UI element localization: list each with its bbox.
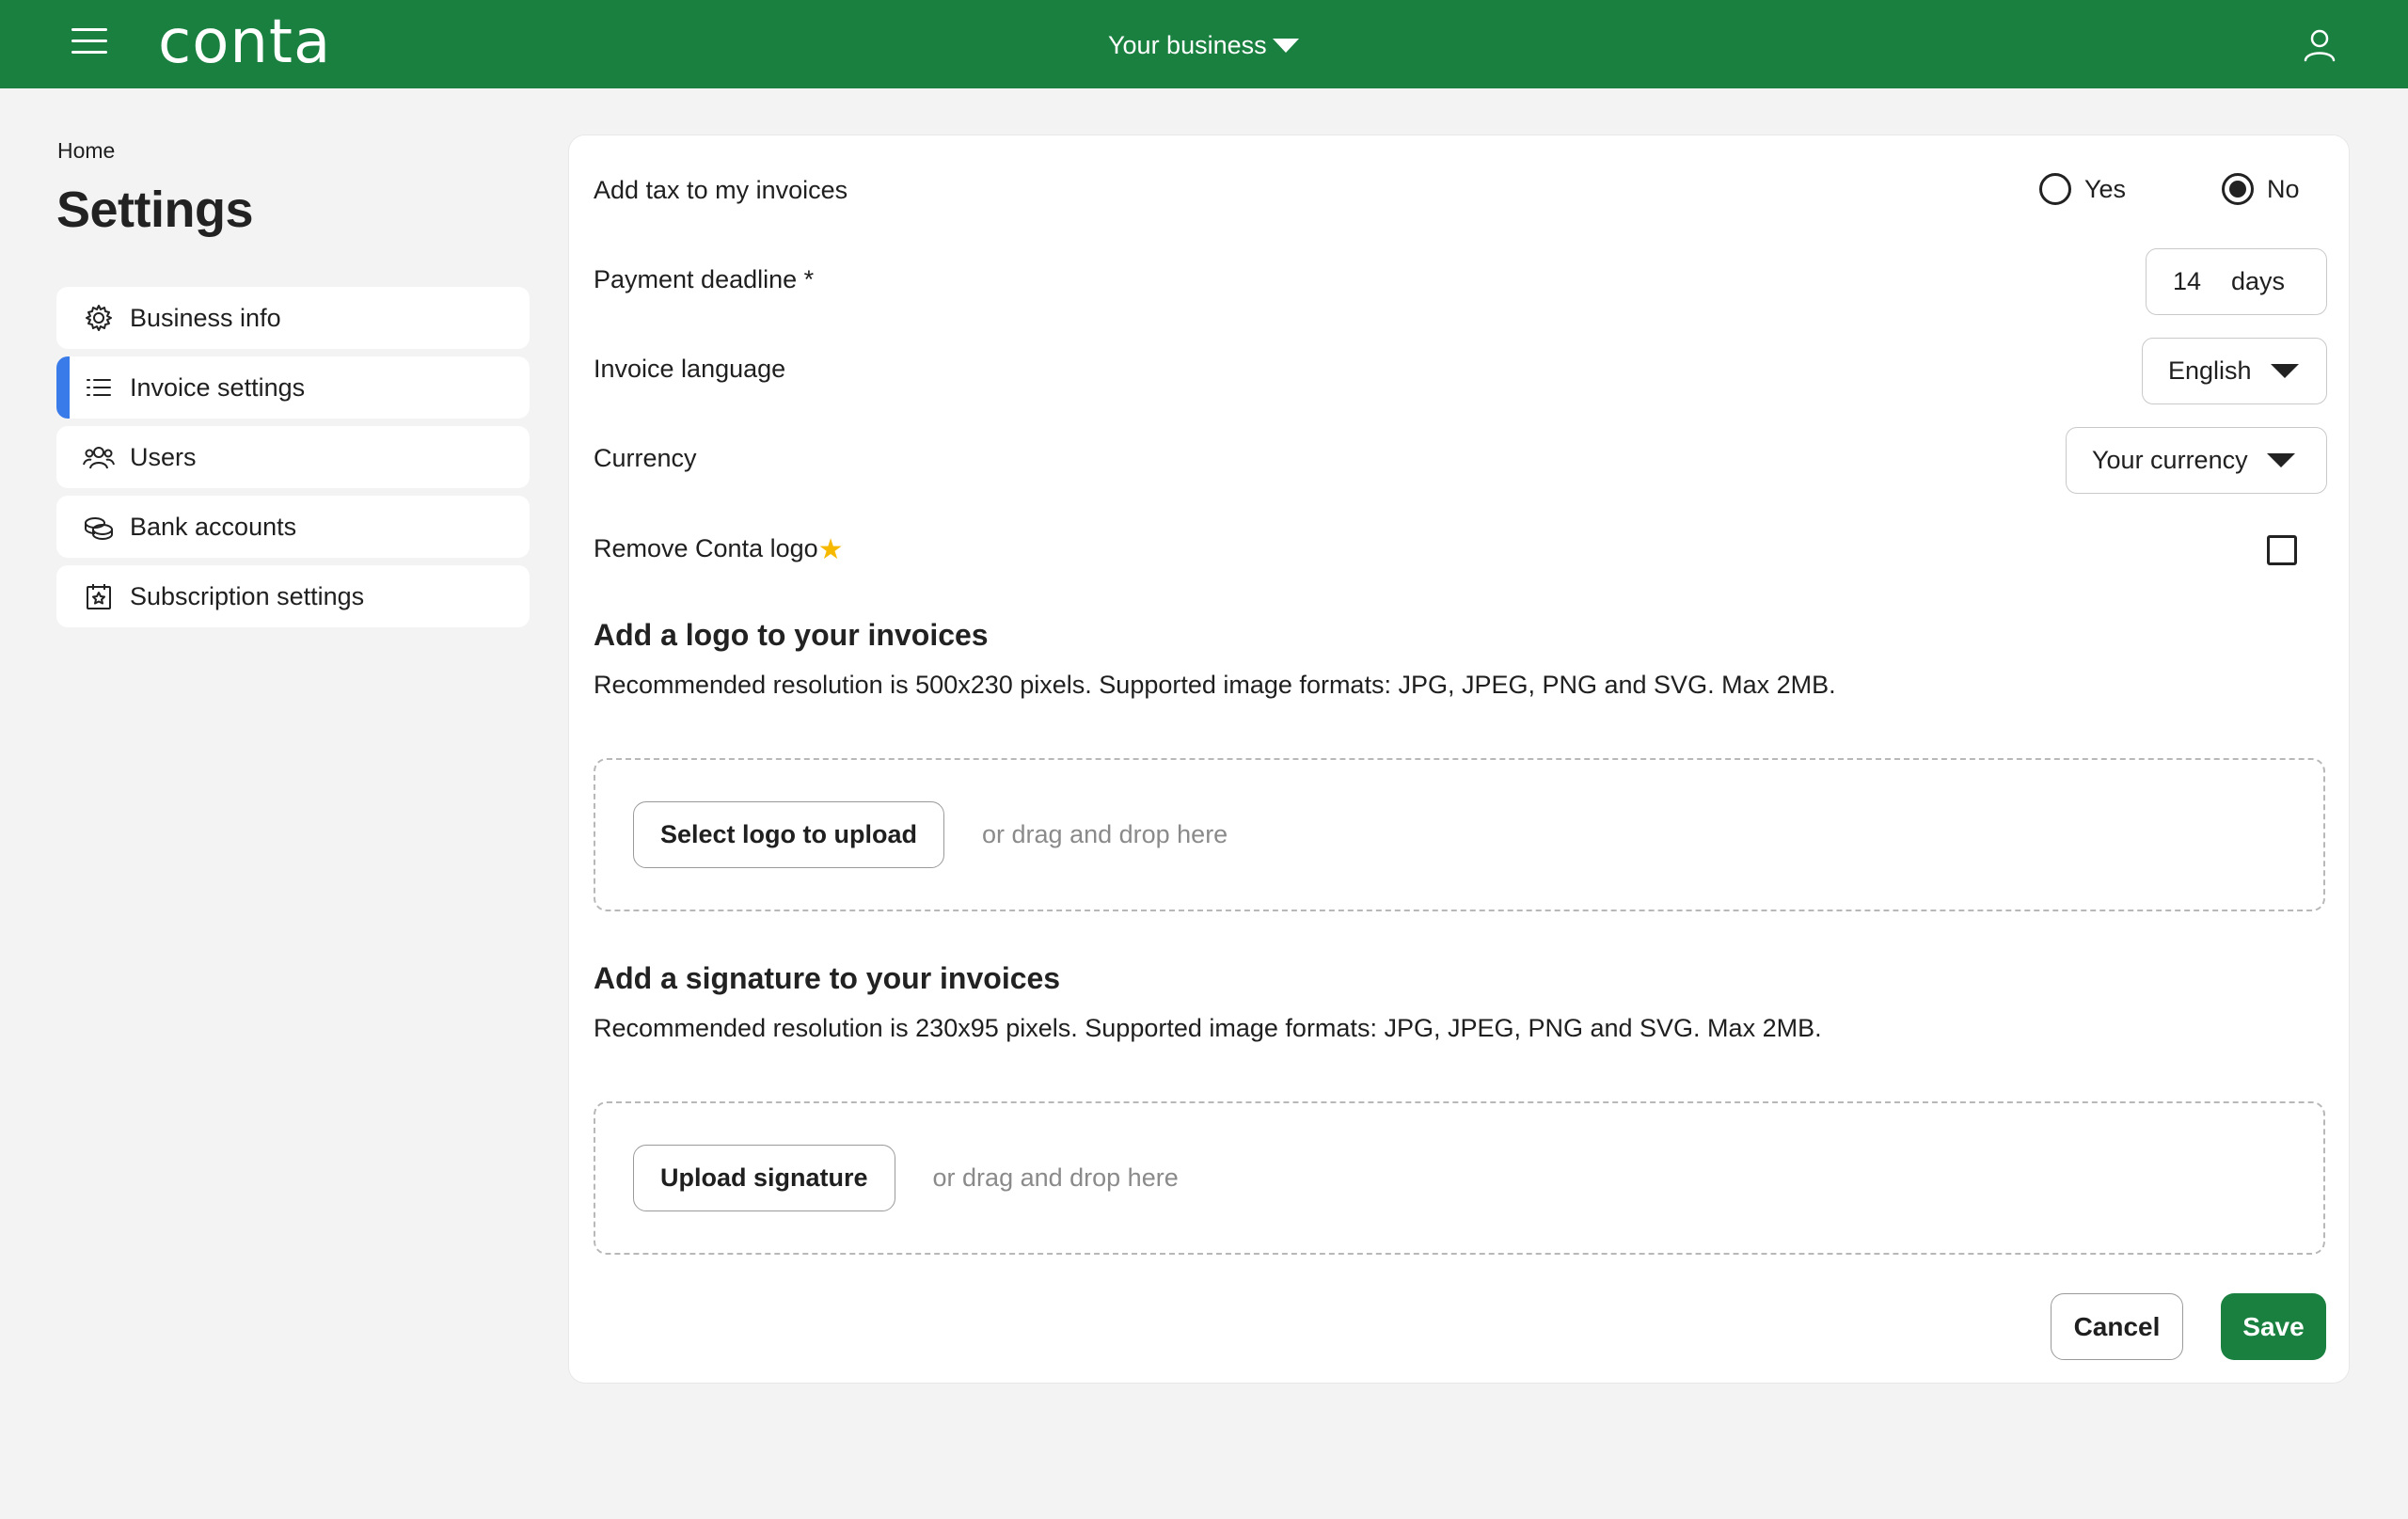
hamburger-menu-icon[interactable] — [71, 28, 107, 60]
invoice-language-select[interactable]: English — [2142, 338, 2327, 404]
signature-section-title: Add a signature to your invoices — [594, 961, 1061, 995]
tax-yes-label: Yes — [2084, 174, 2127, 203]
radio-unchecked[interactable] — [2039, 173, 2071, 205]
breadcrumb[interactable]: Home — [57, 138, 115, 164]
list-icon — [83, 372, 115, 403]
select-logo-button[interactable]: Select logo to upload — [633, 801, 945, 868]
users-icon — [83, 441, 115, 473]
coins-icon — [83, 511, 115, 543]
sidebar-item-label: Subscription settings — [130, 581, 365, 610]
signature-drop-hint: or drag and drop here — [932, 1163, 1179, 1192]
sidebar-item-invoice-settings[interactable]: Invoice settings — [56, 356, 530, 419]
sidebar-item-users[interactable]: Users — [56, 426, 530, 488]
sidebar-item-label: Business info — [130, 303, 281, 332]
sidebar-item-label: Users — [130, 442, 197, 471]
currency-value: Your currency — [2092, 446, 2248, 474]
payment-deadline-unit: days — [2231, 267, 2286, 295]
sidebar-item-subscription-settings[interactable]: Subscription settings — [56, 565, 530, 627]
chevron-down-icon — [2270, 364, 2299, 378]
invoice-language-value: English — [2168, 356, 2252, 385]
gear-icon — [83, 302, 115, 334]
tax-yes-radio[interactable]: Yes — [2039, 173, 2126, 205]
payment-deadline-input[interactable] — [2147, 253, 2231, 310]
page-title: Settings — [56, 182, 254, 238]
tax-no-radio[interactable]: No — [2222, 173, 2300, 205]
logo-section-title: Add a logo to your invoices — [594, 618, 989, 652]
logo-dropzone[interactable]: Select logo to upload or drag and drop h… — [594, 758, 2325, 911]
cancel-button[interactable]: Cancel — [2051, 1293, 2183, 1360]
payment-deadline-label: Payment deadline * — [594, 265, 815, 293]
sidebar-item-bank-accounts[interactable]: Bank accounts — [56, 496, 530, 558]
user-icon[interactable] — [2301, 26, 2338, 64]
calendar-star-icon — [83, 580, 115, 612]
sidebar-item-label: Invoice settings — [130, 372, 306, 402]
signature-dropzone[interactable]: Upload signature or drag and drop here — [594, 1101, 2325, 1255]
invoice-language-label: Invoice language — [594, 355, 786, 383]
currency-label: Currency — [594, 444, 697, 472]
invoice-settings-card: Add tax to my invoices Yes No Payment de… — [568, 134, 2350, 1384]
remove-logo-checkbox[interactable] — [2267, 535, 2297, 565]
settings-nav: Business info Invoice settings Users Ban… — [56, 287, 530, 635]
logo-drop-hint: or drag and drop here — [982, 820, 1228, 848]
sidebar-item-business-info[interactable]: Business info — [56, 287, 530, 349]
signature-section-description: Recommended resolution is 230x95 pixels.… — [594, 1014, 1822, 1042]
currency-select[interactable]: Your currency — [2066, 427, 2327, 494]
chevron-down-icon — [2266, 453, 2295, 467]
sidebar-item-label: Bank accounts — [130, 512, 297, 541]
business-switcher-label: Your business — [1108, 30, 1267, 59]
upload-signature-button[interactable]: Upload signature — [633, 1145, 895, 1211]
payment-deadline-field: days — [2146, 248, 2327, 315]
tax-no-label: No — [2267, 174, 2300, 203]
remove-logo-label: Remove Conta logo★ — [594, 533, 844, 566]
save-button[interactable]: Save — [2221, 1293, 2326, 1360]
star-icon: ★ — [817, 534, 844, 565]
logo-section-description: Recommended resolution is 500x230 pixels… — [594, 671, 1836, 699]
remove-logo-text: Remove Conta logo — [594, 534, 818, 562]
tax-label: Add tax to my invoices — [594, 176, 848, 204]
business-switcher[interactable]: Your business — [1108, 26, 1299, 64]
top-bar: conta Your business — [0, 0, 2408, 88]
conta-logo[interactable]: conta — [158, 8, 331, 77]
chevron-down-icon — [1272, 38, 1299, 53]
radio-checked[interactable] — [2222, 173, 2254, 205]
